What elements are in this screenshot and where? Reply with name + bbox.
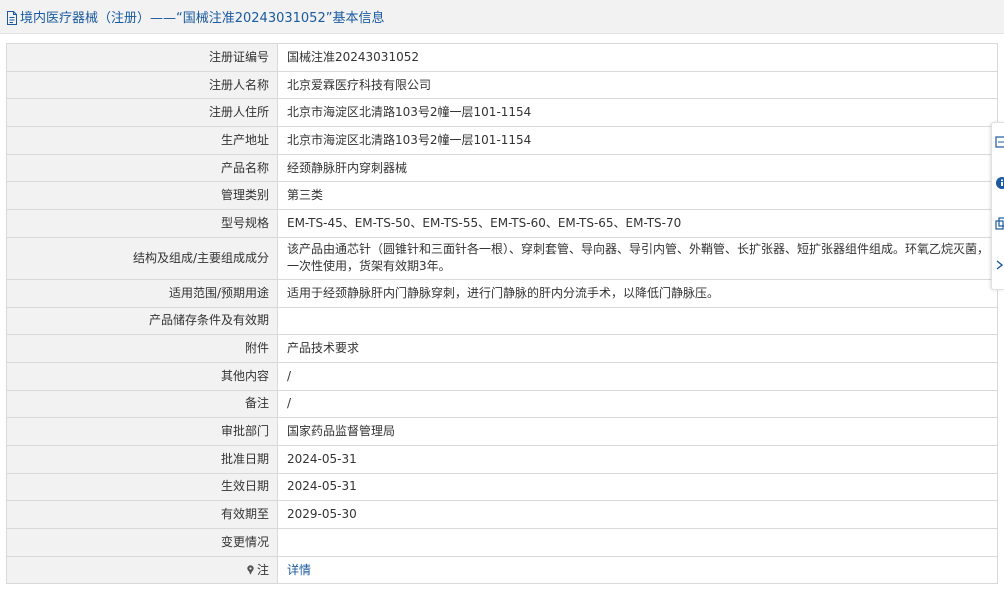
- field-value: 第三类: [277, 181, 998, 211]
- table-row: 批准日期 2024-05-31: [6, 444, 998, 474]
- table-row: 审批部门 国家药品监督管理局: [6, 417, 998, 446]
- field-value: 2024-05-31: [277, 472, 998, 502]
- table-row: 注 详情: [6, 555, 998, 585]
- note-value-cell: 详情: [277, 555, 998, 585]
- field-label: 型号规格: [6, 209, 278, 238]
- field-value: 北京爱霖医疗科技有限公司: [277, 70, 998, 100]
- table-row: 产品名称 经颈静脉肝内穿刺器械: [6, 153, 998, 183]
- field-label: 其他内容: [6, 361, 278, 391]
- field-label: 审批部门: [6, 417, 278, 446]
- field-value: 国械注准20243031052: [277, 43, 998, 72]
- help-icon[interactable]: [995, 176, 1004, 190]
- field-label: 适用范围/预期用途: [6, 278, 278, 308]
- field-value: 经颈静脉肝内穿刺器械: [277, 153, 998, 183]
- note-label-cell: 注: [6, 555, 278, 585]
- field-label: 注册人名称: [6, 70, 278, 100]
- field-value: 产品技术要求: [277, 334, 998, 363]
- field-value: /: [277, 389, 998, 419]
- table-row: 其他内容 /: [6, 361, 998, 391]
- field-label: 结构及组成/主要组成成分: [6, 236, 278, 280]
- field-label: 有效期至: [6, 500, 278, 529]
- pin-icon: [246, 563, 255, 575]
- field-value: [277, 306, 998, 336]
- field-label: 变更情况: [6, 528, 278, 557]
- field-label: 附件: [6, 334, 278, 363]
- info-table: 注册证编号 国械注准20243031052 注册人名称 北京爱霖医疗科技有限公司…: [6, 43, 998, 585]
- field-label: 生效日期: [6, 472, 278, 502]
- field-label: 产品储存条件及有效期: [6, 306, 278, 336]
- table-row: 型号规格 EM-TS-45、EM-TS-50、EM-TS-55、EM-TS-60…: [6, 209, 998, 238]
- table-row: 附件 产品技术要求: [6, 334, 998, 363]
- field-label: 批准日期: [6, 444, 278, 474]
- field-value: 国家药品监督管理局: [277, 417, 998, 446]
- table-row: 结构及组成/主要组成成分 该产品由通芯针（圆锥针和三面针各一根）、穿刺套管、导向…: [6, 236, 998, 280]
- field-value: EM-TS-45、EM-TS-50、EM-TS-55、EM-TS-60、EM-T…: [277, 209, 998, 238]
- table-row: 产品储存条件及有效期: [6, 306, 998, 336]
- field-value: 该产品由通芯针（圆锥针和三面针各一根）、穿刺套管、导向器、导引内管、外鞘管、长扩…: [277, 236, 998, 280]
- field-label: 注册证编号: [6, 43, 278, 72]
- field-label: 管理类别: [6, 181, 278, 211]
- field-value: /: [277, 361, 998, 391]
- side-toolbar: [991, 122, 1004, 290]
- copy-icon[interactable]: [995, 217, 1004, 231]
- page-title: 境内医疗器械（注册）——“国械注准20243031052”基本信息: [20, 11, 385, 26]
- page-header: 境内医疗器械（注册）——“国械注准20243031052”基本信息: [0, 0, 1004, 34]
- field-label: 产品名称: [6, 153, 278, 183]
- table-row: 注册人名称 北京爱霖医疗科技有限公司: [6, 70, 998, 100]
- field-value: 2029-05-30: [277, 500, 998, 529]
- note-label: 注: [256, 562, 269, 577]
- details-link[interactable]: 详情: [287, 563, 311, 577]
- table-row: 注册证编号 国械注准20243031052: [6, 43, 998, 72]
- field-value: 北京市海淀区北清路103号2幢一层101-1154: [277, 98, 998, 128]
- field-label: 注册人住所: [6, 98, 278, 128]
- field-value: 北京市海淀区北清路103号2幢一层101-1154: [277, 126, 998, 155]
- table-row: 生效日期 2024-05-31: [6, 472, 998, 502]
- table-row: 备注 /: [6, 389, 998, 419]
- field-value: [277, 528, 998, 557]
- field-value: 适用于经颈静脉肝内门静脉穿刺，进行门静脉的肝内分流手术，以降低门静脉压。: [277, 278, 998, 308]
- table-row: 有效期至 2029-05-30: [6, 500, 998, 529]
- collapse-icon[interactable]: [995, 258, 1004, 272]
- field-value: 2024-05-31: [277, 444, 998, 474]
- table-row: 变更情况: [6, 528, 998, 557]
- table-row: 注册人住所 北京市海淀区北清路103号2幢一层101-1154: [6, 98, 998, 128]
- field-label: 生产地址: [6, 126, 278, 155]
- document-icon: [6, 10, 18, 25]
- table-row: 生产地址 北京市海淀区北清路103号2幢一层101-1154: [6, 126, 998, 155]
- field-label: 备注: [6, 389, 278, 419]
- table-row: 管理类别 第三类: [6, 181, 998, 211]
- table-row: 适用范围/预期用途 适用于经颈静脉肝内门静脉穿刺，进行门静脉的肝内分流手术，以降…: [6, 278, 998, 308]
- screenshot-icon[interactable]: [995, 135, 1004, 149]
